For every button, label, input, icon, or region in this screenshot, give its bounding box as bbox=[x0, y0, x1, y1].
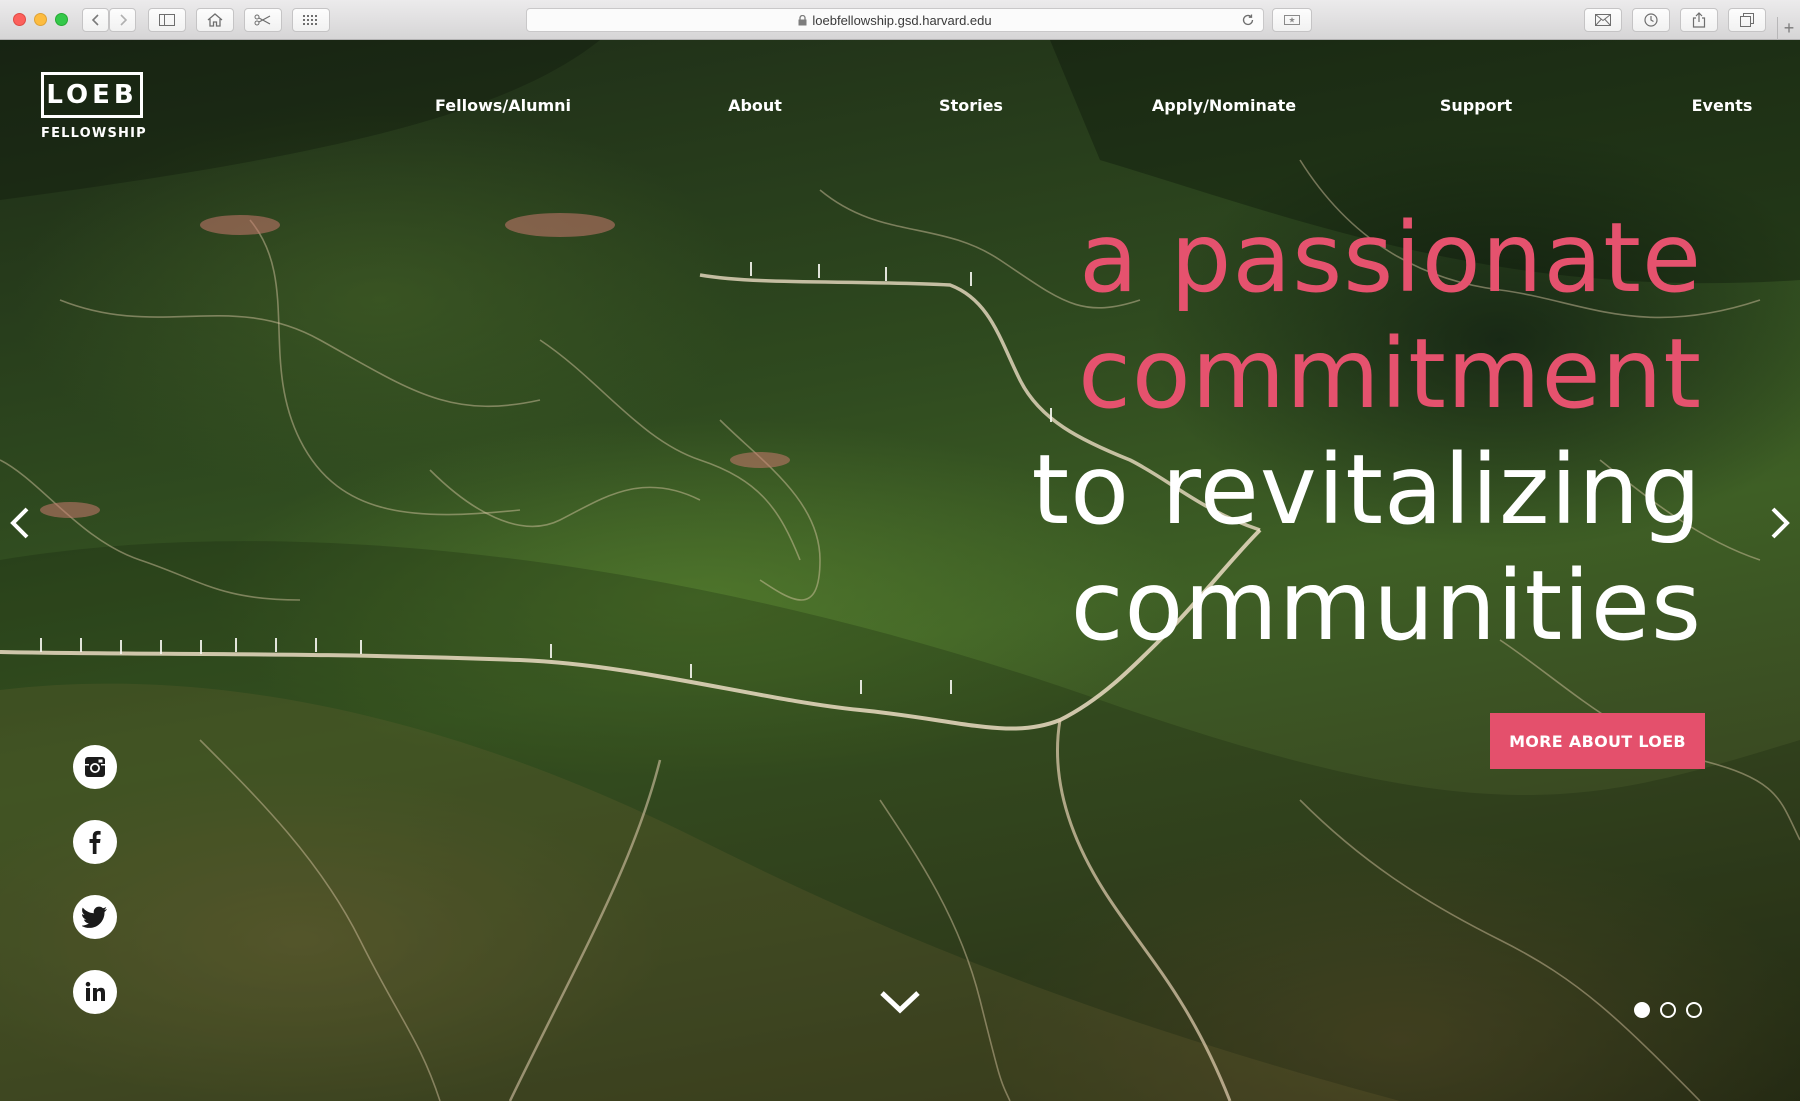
logo-subtitle: FELLOWSHIP bbox=[41, 126, 147, 141]
bookmark-scissors-button[interactable] bbox=[244, 8, 282, 32]
history-button[interactable] bbox=[1632, 8, 1670, 32]
history-icon bbox=[1644, 13, 1658, 27]
tabs-icon bbox=[1740, 13, 1754, 27]
more-about-loeb-button[interactable]: MORE ABOUT LOEB bbox=[1490, 713, 1705, 769]
share-icon bbox=[1692, 12, 1706, 28]
sidebar-button[interactable] bbox=[148, 8, 186, 32]
linkedin-icon bbox=[85, 981, 105, 1001]
new-tab-button[interactable]: + bbox=[1777, 17, 1800, 40]
grid-icon bbox=[303, 15, 317, 25]
bookmark-scissors-icon bbox=[254, 14, 271, 26]
instagram-link[interactable] bbox=[73, 745, 117, 789]
grid-button[interactable] bbox=[292, 8, 330, 32]
main-nav: Fellows/Alumni About Stories Apply/Nomin… bbox=[0, 96, 1800, 124]
nav-item-support[interactable]: Support bbox=[1440, 96, 1512, 115]
sidebar-icon bbox=[159, 14, 175, 26]
chevron-down-icon bbox=[880, 991, 920, 1014]
chevron-right-icon bbox=[1771, 507, 1790, 539]
carousel-pagination bbox=[1634, 1002, 1702, 1018]
back-button[interactable] bbox=[82, 8, 109, 32]
hero-section: LOEB FELLOWSHIP Fellows/Alumni About Sto… bbox=[0, 40, 1800, 1101]
mail-icon bbox=[1595, 14, 1611, 26]
browser-toolbar: loebfellowship.gsd.harvard.edu + bbox=[0, 0, 1800, 40]
close-window-button[interactable] bbox=[13, 13, 26, 26]
minimize-window-button[interactable] bbox=[34, 13, 47, 26]
headline-line-4: communities bbox=[1070, 550, 1702, 662]
nav-item-stories[interactable]: Stories bbox=[939, 96, 1003, 115]
headline-line-1: a passionate bbox=[1079, 202, 1702, 314]
chevron-left-icon bbox=[10, 507, 29, 539]
zoom-window-button[interactable] bbox=[55, 13, 68, 26]
forward-icon bbox=[119, 14, 127, 26]
headline-line-2: commitment bbox=[1078, 318, 1702, 430]
linkedin-link[interactable] bbox=[73, 970, 117, 1014]
share-button[interactable] bbox=[1680, 8, 1718, 32]
nav-item-apply-nominate[interactable]: Apply/Nominate bbox=[1152, 96, 1296, 115]
browser-window: loebfellowship.gsd.harvard.edu + LOEB FE… bbox=[0, 0, 1800, 1101]
scroll-down-button[interactable] bbox=[877, 985, 923, 1019]
address-bar[interactable]: loebfellowship.gsd.harvard.edu bbox=[526, 8, 1264, 32]
forward-button[interactable] bbox=[109, 8, 136, 32]
twitter-link[interactable] bbox=[73, 895, 117, 939]
reader-button[interactable] bbox=[1272, 8, 1312, 32]
carousel-dot-2[interactable] bbox=[1660, 1002, 1676, 1018]
nav-item-events[interactable]: Events bbox=[1692, 96, 1753, 115]
home-button[interactable] bbox=[196, 8, 234, 32]
lock-icon bbox=[798, 14, 807, 26]
reader-icon bbox=[1284, 15, 1300, 25]
mail-button[interactable] bbox=[1584, 8, 1622, 32]
instagram-icon bbox=[85, 757, 105, 777]
carousel-dot-1[interactable] bbox=[1634, 1002, 1650, 1018]
home-icon bbox=[207, 13, 223, 27]
twitter-icon bbox=[82, 906, 107, 928]
nav-item-fellows-alumni[interactable]: Fellows/Alumni bbox=[435, 96, 571, 115]
carousel-next-button[interactable] bbox=[1766, 503, 1794, 543]
nav-item-about[interactable]: About bbox=[728, 96, 782, 115]
carousel-prev-button[interactable] bbox=[6, 503, 34, 543]
back-icon bbox=[91, 14, 99, 26]
tabs-button[interactable] bbox=[1728, 8, 1766, 32]
facebook-icon bbox=[89, 830, 101, 854]
url-text: loebfellowship.gsd.harvard.edu bbox=[812, 12, 992, 28]
reload-icon[interactable] bbox=[1241, 13, 1255, 30]
facebook-link[interactable] bbox=[73, 820, 117, 864]
headline-line-3: to revitalizing bbox=[1031, 434, 1702, 546]
carousel-dot-3[interactable] bbox=[1686, 1002, 1702, 1018]
hero-headline: a passionate commitment to revitalizing … bbox=[1032, 200, 1702, 664]
